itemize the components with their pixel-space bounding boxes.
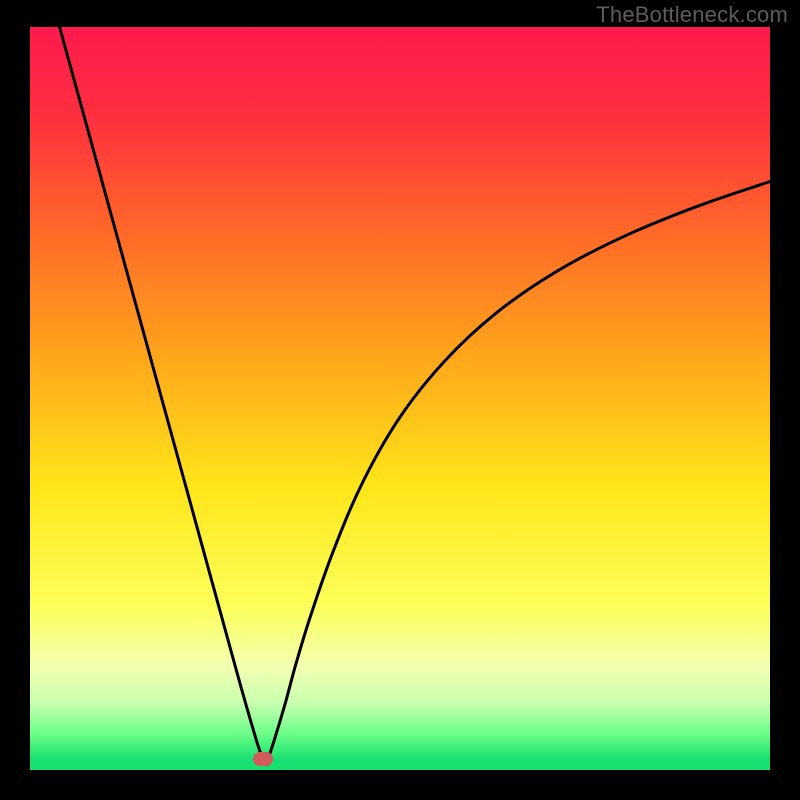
chart-stage: TheBottleneck.com	[0, 0, 800, 800]
chart-svg	[0, 0, 800, 800]
minimum-marker	[253, 752, 273, 766]
watermark-text: TheBottleneck.com	[596, 2, 788, 28]
plot-background	[30, 27, 770, 770]
